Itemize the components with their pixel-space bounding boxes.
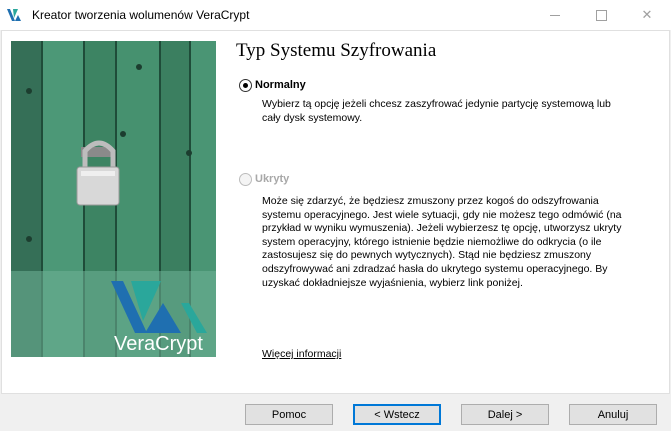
cancel-button[interactable]: Anuluj [569,404,657,425]
help-button[interactable]: Pomoc [245,404,333,425]
option-hidden-label[interactable]: Ukryty [255,173,289,185]
page-title: Typ Systemu Szyfrowania [236,40,437,61]
close-button[interactable]: ✕ [624,0,670,30]
option-hidden-description: Może się zdarzyć, że będziesz zmuszony p… [262,195,622,289]
option-normal-label[interactable]: Normalny [255,79,306,91]
more-info-link[interactable]: Więcej informacji [262,348,341,360]
veracrypt-logo-text: VeraCrypt [114,333,203,355]
maximize-icon [595,9,607,21]
close-icon: ✕ [641,7,653,22]
window-title: Kreator tworzenia wolumenów VeraCrypt [32,8,250,22]
next-button[interactable]: Dalej > [461,404,549,425]
back-button[interactable]: < Wstecz [353,404,441,425]
maximize-button[interactable] [578,0,624,30]
radio-normal[interactable] [239,79,252,92]
veracrypt-app-icon [7,9,21,21]
minimize-icon [550,14,560,16]
radio-hidden[interactable] [239,173,252,186]
wizard-side-image: VeraCrypt [11,41,216,357]
option-normal-description: Wybierz tą opcję jeżeli chcesz zaszyfrow… [262,98,611,124]
minimize-button[interactable] [532,0,578,30]
title-bar: Kreator tworzenia wolumenów VeraCrypt ✕ [0,0,671,30]
padlock-door-image [11,41,216,357]
